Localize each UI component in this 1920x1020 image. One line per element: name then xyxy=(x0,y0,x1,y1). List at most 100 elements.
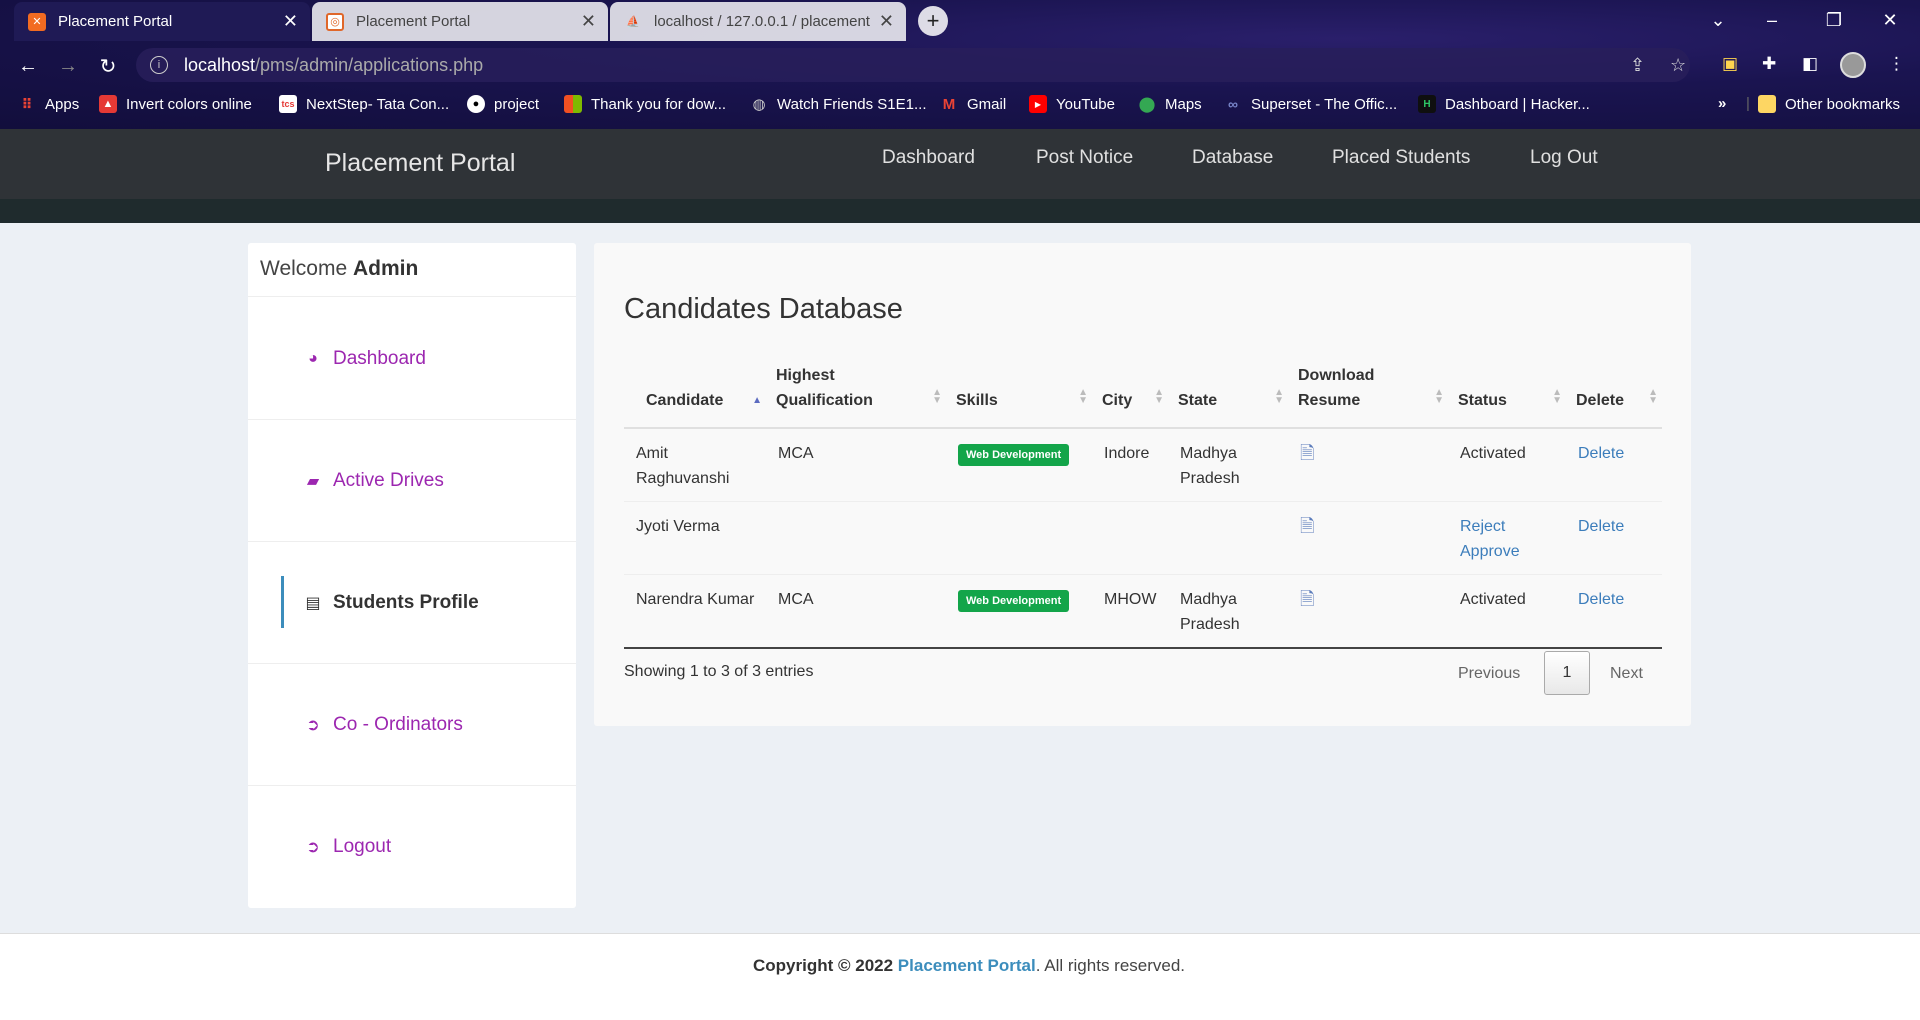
cell-qualification: MCA xyxy=(766,428,946,502)
superset-icon: ∞ xyxy=(1228,96,1238,112)
side-panel-icon[interactable]: ◧ xyxy=(1802,54,1818,74)
gmail-icon: M xyxy=(942,95,956,113)
browser-chrome: ✕ Placement Portal ✕ ◎ Placement Portal … xyxy=(0,0,1920,129)
nav-post-notice[interactable]: Post Notice xyxy=(1036,147,1133,169)
menu-kebab-icon[interactable]: ⋮ xyxy=(1888,54,1905,74)
skill-badge: Web Development xyxy=(958,444,1070,466)
cell-skills: Web Development xyxy=(946,574,1092,649)
cell-status: Reject Approve xyxy=(1448,501,1566,575)
tab-placement-portal-active[interactable]: ✕ Placement Portal ✕ xyxy=(14,2,310,41)
col-delete[interactable]: Delete ▲ ▼ xyxy=(1566,355,1662,429)
bookmark-youtube[interactable]: ▶ YouTube xyxy=(1029,95,1115,113)
cell-status: Activated xyxy=(1448,574,1566,649)
profile-avatar[interactable] xyxy=(1840,52,1866,78)
share-icon[interactable]: ⇪ xyxy=(1630,55,1645,76)
maps-icon: ⬤ xyxy=(1138,96,1156,113)
bookmark-gmail[interactable]: M Gmail xyxy=(940,95,1006,113)
pdf-file-icon[interactable]: 🗎 xyxy=(1300,443,1314,463)
close-icon[interactable]: ✕ xyxy=(879,11,894,32)
pagination-previous[interactable]: Previous xyxy=(1458,665,1520,683)
header-strip xyxy=(0,199,1920,223)
copyright-text: Copyright © 2022 Placement Portal. All r… xyxy=(753,956,1186,975)
extensions-puzzle-icon[interactable]: ✚ xyxy=(1762,54,1776,74)
reject-link[interactable]: Reject xyxy=(1460,518,1505,535)
close-window-button[interactable]: ✕ xyxy=(1864,0,1916,40)
footer: Copyright © 2022 Placement Portal. All r… xyxy=(0,933,1920,1020)
tab-phpmyadmin[interactable]: ⛵ localhost / 127.0.0.1 / placement ✕ xyxy=(610,2,906,41)
site-brand[interactable]: Placement Portal xyxy=(325,149,515,178)
sidebar-item-students-profile[interactable]: ▤ Students Profile xyxy=(248,542,576,664)
cell-resume: 🗎 xyxy=(1288,501,1448,575)
col-qualification[interactable]: Highest Qualification ▲ ▼ xyxy=(766,355,946,429)
nav-log-out[interactable]: Log Out xyxy=(1530,147,1598,169)
delete-link[interactable]: Delete xyxy=(1578,591,1624,608)
nav-database[interactable]: Database xyxy=(1192,147,1273,169)
close-icon[interactable]: ✕ xyxy=(283,11,298,32)
address-bar[interactable]: i localhost/pms/admin/applications.php ⇪… xyxy=(136,48,1690,82)
sidebar-item-active-drives[interactable]: ▰ Active Drives xyxy=(248,420,576,542)
col-city[interactable]: City ▲ ▼ xyxy=(1092,355,1168,429)
tcs-icon: tcs xyxy=(279,95,297,113)
close-icon[interactable]: ✕ xyxy=(581,11,596,32)
cell-state: Madhya Pradesh xyxy=(1168,574,1288,649)
sidebar-item-dashboard[interactable]: ◕ Dashboard xyxy=(248,298,576,420)
tab-search-icon[interactable]: ⌄ xyxy=(1692,0,1744,40)
star-icon[interactable]: ☆ xyxy=(1670,55,1686,76)
pdf-file-icon[interactable]: 🗎 xyxy=(1300,589,1314,609)
portal-icon: ◎ xyxy=(326,12,344,31)
apps-grid-icon: ⠿ xyxy=(21,95,33,112)
cell-state xyxy=(1168,501,1288,575)
cell-skills: Web Development xyxy=(946,428,1092,502)
bookmark-apps[interactable]: ⠿ Apps xyxy=(18,95,80,113)
bookmark-invert-colors[interactable]: ▲ Invert colors online xyxy=(99,95,252,113)
sidebar: Welcome Admin ◕ Dashboard ▰ Active Drive… xyxy=(248,243,576,908)
bookmark-project[interactable]: ● project xyxy=(467,95,539,113)
sort-icon: ▲ ▼ xyxy=(932,387,942,406)
tab-title: Placement Portal xyxy=(58,13,173,30)
tab-placement-portal[interactable]: ◎ Placement Portal ✕ xyxy=(312,2,608,41)
cell-status: Activated xyxy=(1448,428,1566,502)
reload-icon[interactable]: ↻ xyxy=(94,52,122,80)
col-download-resume[interactable]: Download Resume ▲ ▼ xyxy=(1288,355,1448,429)
welcome-text: Welcome Admin xyxy=(248,243,576,297)
back-arrow-icon[interactable]: ← xyxy=(14,52,42,80)
bookmark-nextstep[interactable]: tcs NextStep- Tata Con... xyxy=(279,95,449,113)
new-tab-button[interactable]: + xyxy=(918,6,948,36)
cell-resume: 🗎 xyxy=(1288,574,1448,649)
notes-extension-icon[interactable]: ▣ xyxy=(1722,54,1738,74)
bookmark-hackerrank[interactable]: H Dashboard | Hacker... xyxy=(1418,95,1590,113)
delete-link[interactable]: Delete xyxy=(1578,445,1624,462)
approve-link[interactable]: Approve xyxy=(1460,543,1520,560)
pagination-next[interactable]: Next xyxy=(1610,665,1643,683)
toolbar: ← → ↻ i localhost/pms/admin/applications… xyxy=(0,46,1920,86)
sidebar-item-coordinators[interactable]: ➲ Co - Ordinators xyxy=(248,664,576,786)
tab-strip: ✕ Placement Portal ✕ ◎ Placement Portal … xyxy=(0,0,1920,42)
more-bookmarks-button[interactable]: » xyxy=(1718,95,1726,112)
minimize-button[interactable]: – xyxy=(1746,0,1798,40)
nav-dashboard[interactable]: Dashboard xyxy=(882,147,975,169)
nav-placed-students[interactable]: Placed Students xyxy=(1332,147,1470,169)
other-bookmarks[interactable]: Other bookmarks xyxy=(1758,95,1900,113)
bookmark-thank-you[interactable]: Thank you for dow... xyxy=(564,95,726,113)
cell-delete: Delete xyxy=(1566,428,1662,502)
site-info-icon[interactable]: i xyxy=(150,56,168,74)
pagination-page-1[interactable]: 1 xyxy=(1544,651,1590,695)
col-skills[interactable]: Skills ▲ ▼ xyxy=(946,355,1092,429)
restore-button[interactable]: ❐ xyxy=(1808,0,1860,40)
bookmark-superset[interactable]: ∞ Superset - The Offic... xyxy=(1224,95,1397,113)
pdf-file-icon[interactable]: 🗎 xyxy=(1300,516,1314,536)
bookmark-maps[interactable]: ⬤ Maps xyxy=(1138,95,1202,114)
sidebar-item-logout[interactable]: ➲ Logout xyxy=(248,786,576,908)
footer-brand-link[interactable]: Placement Portal xyxy=(898,956,1036,975)
circle-arrow-icon: ➲ xyxy=(306,839,320,856)
table-header-row: Candidate ▲ Highest Qualification ▲ ▼ Skill… xyxy=(624,355,1662,429)
sort-icon: ▲ ▼ xyxy=(1154,387,1164,406)
col-state[interactable]: State ▲ ▼ xyxy=(1168,355,1288,429)
github-icon: ● xyxy=(467,95,485,113)
tab-title: localhost / 127.0.0.1 / placement xyxy=(654,13,870,30)
col-candidate[interactable]: Candidate ▲ xyxy=(624,355,766,429)
bookmark-friends[interactable]: ◍ Watch Friends S1E1... xyxy=(750,95,926,114)
forward-arrow-icon[interactable]: → xyxy=(54,52,82,80)
col-status[interactable]: Status ▲ ▼ xyxy=(1448,355,1566,429)
delete-link[interactable]: Delete xyxy=(1578,518,1624,535)
